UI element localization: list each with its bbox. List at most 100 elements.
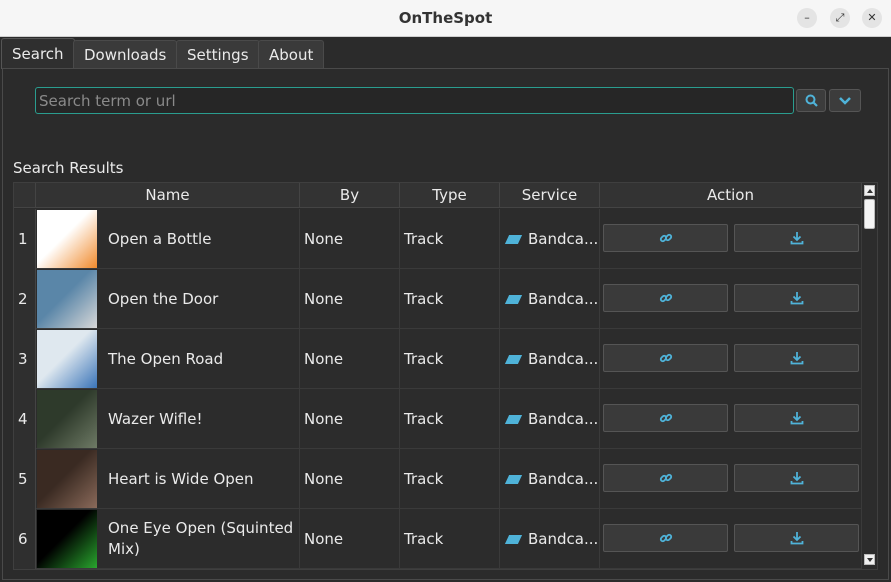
table-row[interactable]: 3 The Open Road None Track Bandca... [14, 329, 862, 389]
track-type: Track [400, 509, 500, 569]
column-header-type[interactable]: Type [400, 183, 500, 208]
minimize-button[interactable]: – [797, 8, 817, 28]
table-row[interactable]: 6 One Eye Open (Squinted Mix) None Track… [14, 509, 862, 569]
track-name: Wazer Wifle! [98, 389, 300, 449]
service-label: Bandca... [528, 230, 599, 248]
column-header-action[interactable]: Action [600, 183, 862, 208]
column-header-name[interactable]: Name [36, 183, 300, 208]
search-results-label: Search Results [13, 159, 124, 177]
album-cover-thumbnail [37, 450, 97, 508]
results-table[interactable]: Name By Type Service Action 1 Open a Bot… [13, 182, 878, 570]
row-number: 3 [14, 329, 36, 389]
track-artist: None [300, 389, 400, 449]
scroll-thumb[interactable] [864, 199, 875, 229]
column-header-by[interactable]: By [300, 183, 400, 208]
track-service: Bandca... [500, 329, 600, 389]
row-number: 6 [14, 509, 36, 569]
service-label: Bandca... [528, 290, 599, 308]
scroll-up-button[interactable] [864, 185, 875, 196]
download-button[interactable] [734, 224, 859, 252]
column-header-service[interactable]: Service [500, 183, 600, 208]
search-button[interactable] [796, 89, 826, 112]
window-title: OnTheSpot [398, 9, 493, 27]
close-button[interactable]: ✕ [862, 8, 882, 28]
track-service: Bandca... [500, 449, 600, 509]
track-artist: None [300, 509, 400, 569]
download-button[interactable] [734, 344, 859, 372]
action-cell [600, 449, 862, 509]
bandcamp-icon [504, 474, 523, 484]
link-icon [659, 413, 672, 423]
download-icon [790, 292, 803, 305]
track-name: The Open Road [98, 329, 300, 389]
copy-link-button[interactable] [603, 284, 728, 312]
track-type: Track [400, 449, 500, 509]
row-number: 4 [14, 389, 36, 449]
download-button[interactable] [734, 404, 859, 432]
row-number: 5 [14, 449, 36, 509]
row-number: 1 [14, 209, 36, 269]
row-number: 2 [14, 269, 36, 329]
download-icon [790, 232, 803, 245]
track-name: Open the Door [98, 269, 300, 329]
table-corner [14, 183, 36, 208]
copy-link-button[interactable] [603, 404, 728, 432]
album-cover-thumbnail [37, 330, 97, 388]
link-icon [659, 233, 672, 243]
action-cell [600, 389, 862, 449]
search-input[interactable] [35, 87, 794, 114]
copy-link-button[interactable] [603, 524, 728, 552]
bandcamp-icon [504, 354, 523, 364]
vertical-scrollbar[interactable] [862, 183, 877, 569]
tab-downloads[interactable]: Downloads [73, 40, 178, 69]
track-artist: None [300, 269, 400, 329]
table-row[interactable]: 5 Heart is Wide Open None Track Bandca..… [14, 449, 862, 509]
link-icon [659, 473, 672, 483]
tab-settings[interactable]: Settings [176, 40, 260, 69]
download-icon [790, 352, 803, 365]
download-button[interactable] [734, 284, 859, 312]
album-cover-thumbnail [37, 210, 97, 268]
action-cell [600, 209, 862, 269]
album-cover-thumbnail [37, 270, 97, 328]
scroll-down-button[interactable] [864, 554, 875, 565]
copy-link-button[interactable] [603, 464, 728, 492]
table-row[interactable]: 4 Wazer Wifle! None Track Bandca... [14, 389, 862, 449]
track-name: Heart is Wide Open [98, 449, 300, 509]
track-service: Bandca... [500, 269, 600, 329]
search-options-button[interactable] [829, 89, 861, 112]
bandcamp-icon [504, 414, 523, 424]
download-button[interactable] [734, 524, 859, 552]
track-artist: None [300, 329, 400, 389]
track-service: Bandca... [500, 389, 600, 449]
copy-link-button[interactable] [603, 224, 728, 252]
service-label: Bandca... [528, 470, 599, 488]
service-label: Bandca... [528, 410, 599, 428]
tab-search[interactable]: Search [1, 38, 75, 69]
table-row[interactable]: 2 Open the Door None Track Bandca... [14, 269, 862, 329]
track-artist: None [300, 449, 400, 509]
copy-link-button[interactable] [603, 344, 728, 372]
table-row[interactable]: 1 Open a Bottle None Track Bandca... [14, 209, 862, 269]
maximize-button[interactable]: ⤢ [830, 8, 850, 28]
service-label: Bandca... [528, 530, 599, 548]
link-icon [659, 533, 672, 543]
track-service: Bandca... [500, 509, 600, 569]
track-service: Bandca... [500, 209, 600, 269]
album-cover-thumbnail [37, 510, 97, 568]
track-name: Open a Bottle [98, 209, 300, 269]
download-icon [790, 412, 803, 425]
bandcamp-icon [504, 534, 523, 544]
bandcamp-icon [504, 234, 523, 244]
track-type: Track [400, 389, 500, 449]
chevron-down-icon [839, 96, 851, 105]
track-name: One Eye Open (Squinted Mix) [98, 509, 300, 569]
title-bar: OnTheSpot – ⤢ ✕ [0, 0, 891, 37]
service-label: Bandca... [528, 350, 599, 368]
bandcamp-icon [504, 294, 523, 304]
download-icon [790, 532, 803, 545]
download-button[interactable] [734, 464, 859, 492]
tab-about[interactable]: About [258, 40, 325, 69]
action-cell [600, 269, 862, 329]
link-icon [659, 293, 672, 303]
